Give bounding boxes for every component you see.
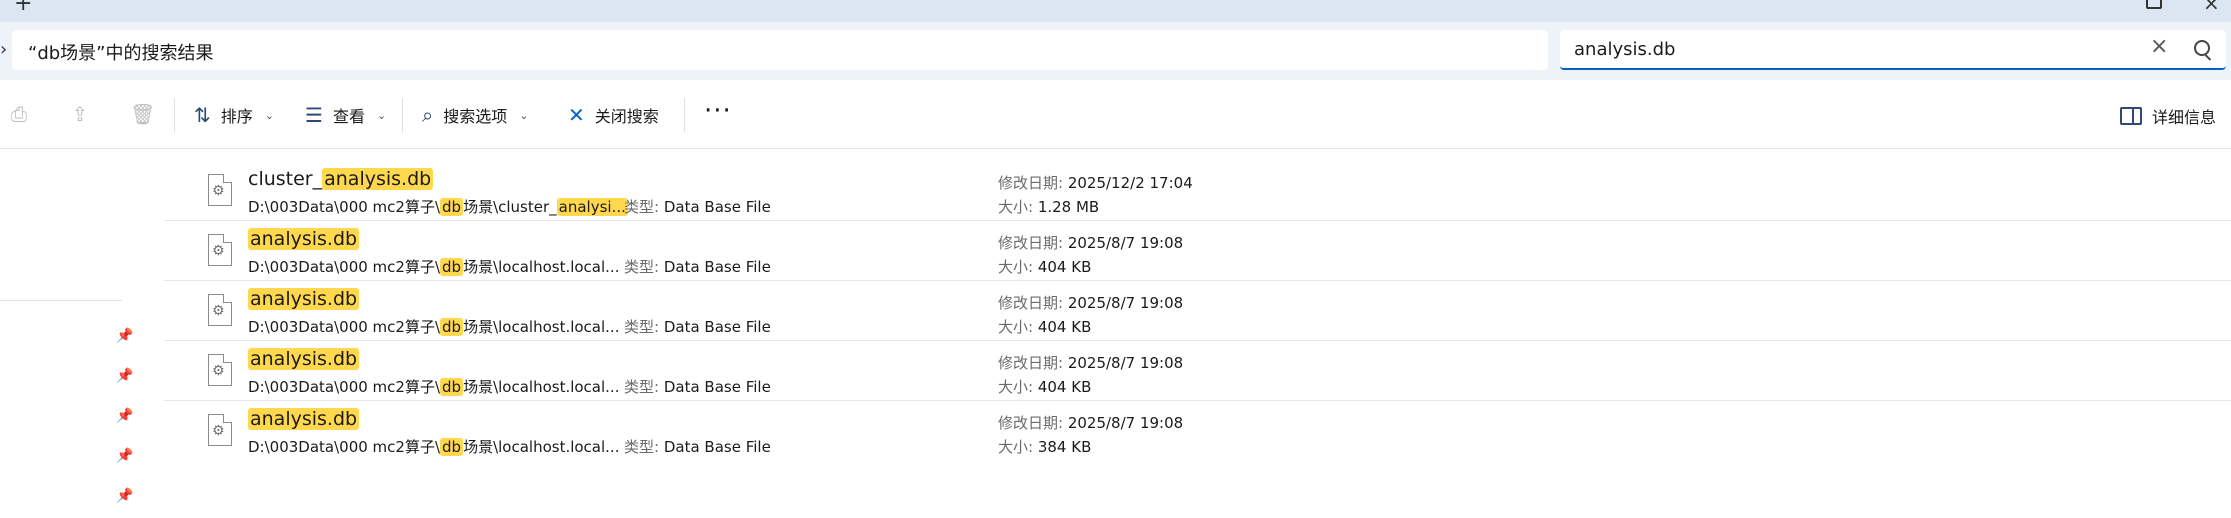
pin-icon[interactable]: 📌 — [116, 448, 133, 464]
delete-icon[interactable]: 🗑 — [130, 104, 155, 124]
pin-icon[interactable]: 📌 — [116, 488, 133, 504]
file-size: 大小: 384 KB — [998, 438, 1092, 456]
close-search-icon: ✕ — [568, 103, 585, 127]
address-row: › “db场景”中的搜索结果 analysis.db × — [0, 22, 2231, 80]
chevron-down-icon: ⌄ — [376, 108, 387, 122]
file-type: 类型: Data Base File — [624, 258, 771, 276]
view-label: 查看 — [332, 107, 365, 126]
window-close-icon[interactable]: × — [2203, 0, 2220, 15]
file-path: D:\003Data\000 mc2算子\ db 场景\localhost.loca… — [248, 438, 620, 456]
file-type: 类型: Data Base File — [624, 438, 771, 456]
nav-divider — [0, 300, 122, 301]
result-row[interactable]: ⚙ analysis.db D:\003Data\000 mc2算子\ db 场景\… — [164, 280, 2231, 341]
file-path: D:\003Data\000 mc2算子\ db 场景\localhost.loca… — [248, 378, 620, 396]
close-search-label: 关闭搜索 — [594, 107, 659, 126]
file-size: 大小: 404 KB — [998, 378, 1092, 396]
file-name: cluster_ analysis.db — [248, 168, 434, 190]
toolbar-divider — [174, 98, 175, 132]
file-date: 修改日期: 2025/8/7 19:08 — [998, 294, 1184, 312]
file-size: 大小: 404 KB — [998, 318, 1092, 336]
file-size: 大小: 1.28 MB — [998, 198, 1100, 216]
pin-icon[interactable]: 📌 — [116, 368, 133, 384]
file-name: analysis.db — [248, 348, 360, 370]
sort-icon: ⇅ — [194, 103, 211, 127]
chevron-down-icon: ⌄ — [264, 108, 274, 122]
search-options-button[interactable]: ⌕ 搜索选项 ⌄ — [422, 102, 528, 128]
close-icon[interactable]: × — [2150, 34, 2168, 59]
address-bar[interactable]: “db场景”中的搜索结果 — [12, 30, 1548, 70]
file-path: D:\003Data\000 mc2算子\ db 场景\localhost.loca… — [248, 318, 620, 336]
database-file-icon: ⚙ — [208, 294, 232, 326]
title-bar: + × — [0, 0, 2231, 22]
database-file-icon: ⚙ — [208, 234, 232, 266]
result-row[interactable]: ⚙ analysis.db D:\003Data\000 mc2算子\ db 场景\… — [164, 340, 2231, 401]
pin-icon[interactable]: 📌 — [116, 408, 133, 424]
search-options-label: 搜索选项 — [443, 107, 508, 126]
file-name: analysis.db — [248, 228, 360, 250]
file-path: D:\003Data\000 mc2算子\ db 场景\localhost.loca… — [248, 258, 620, 276]
file-type: 类型: Data Base File — [624, 318, 771, 336]
file-type: 类型: Data Base File — [624, 378, 771, 396]
database-file-icon: ⚙ — [208, 354, 232, 386]
toolbar-divider — [684, 98, 685, 132]
file-path: D:\003Data\000 mc2算子\ db 场景\cluster_ analys… — [248, 198, 628, 216]
result-row[interactable]: ⚙ cluster_ analysis.db D:\003Data\000 mc2… — [164, 160, 2231, 221]
new-tab-icon[interactable]: + — [14, 0, 32, 16]
details-label: 详细信息 — [2152, 108, 2217, 127]
command-bar: ⎙ ⇪ 🗑 ⇅ 排序 ⌄ ☰ 查看 ⌄ ⌕ 搜索选项 ⌄ ✕ 关闭搜索 ··· … — [0, 82, 2231, 149]
details-pane-icon — [2120, 107, 2142, 125]
search-input[interactable]: analysis.db × — [1560, 30, 2226, 70]
view-button[interactable]: ☰ 查看 ⌄ — [305, 102, 386, 128]
database-file-icon: ⚙ — [208, 414, 232, 446]
file-date: 修改日期: 2025/8/7 19:08 — [998, 414, 1184, 432]
rename-icon[interactable]: ⎙ — [9, 104, 29, 124]
navigation-pane: 📌 📌 📌 📌 📌 — [0, 148, 140, 518]
share-icon[interactable]: ⇪ — [70, 104, 90, 124]
list-view-icon: ☰ — [305, 103, 323, 127]
database-file-icon: ⚙ — [208, 174, 232, 206]
chevron-down-icon: ⌄ — [519, 108, 529, 122]
result-row[interactable]: ⚙ analysis.db D:\003Data\000 mc2算子\ db 场景\… — [164, 220, 2231, 281]
search-icon[interactable] — [2194, 40, 2210, 56]
file-date: 修改日期: 2025/8/7 19:08 — [998, 234, 1184, 252]
toolbar-divider — [402, 98, 403, 132]
search-options-icon: ⌕ — [422, 103, 434, 127]
file-date: 修改日期: 2025/8/7 19:08 — [998, 354, 1184, 372]
file-name: analysis.db — [248, 288, 360, 310]
file-name: analysis.db — [248, 408, 360, 430]
search-value: analysis.db — [1574, 39, 1676, 60]
address-text: “db场景”中的搜索结果 — [28, 43, 214, 64]
file-date: 修改日期: 2025/12/2 17:04 — [998, 174, 1193, 192]
pin-icon[interactable]: 📌 — [116, 328, 133, 344]
file-type: 类型: Data Base File — [624, 198, 771, 216]
more-options-button[interactable]: ··· — [704, 96, 732, 126]
close-search-button[interactable]: ✕ 关闭搜索 — [568, 102, 659, 128]
restore-icon[interactable] — [2146, 0, 2162, 9]
chevron-right-icon[interactable]: › — [0, 39, 7, 60]
sort-button[interactable]: ⇅ 排序 ⌄ — [194, 102, 274, 128]
details-pane-button[interactable]: 详细信息 — [2120, 104, 2216, 128]
file-size: 大小: 404 KB — [998, 258, 1092, 276]
sort-label: 排序 — [220, 107, 253, 126]
result-row[interactable]: ⚙ analysis.db D:\003Data\000 mc2算子\ db 场景\… — [164, 400, 2231, 460]
